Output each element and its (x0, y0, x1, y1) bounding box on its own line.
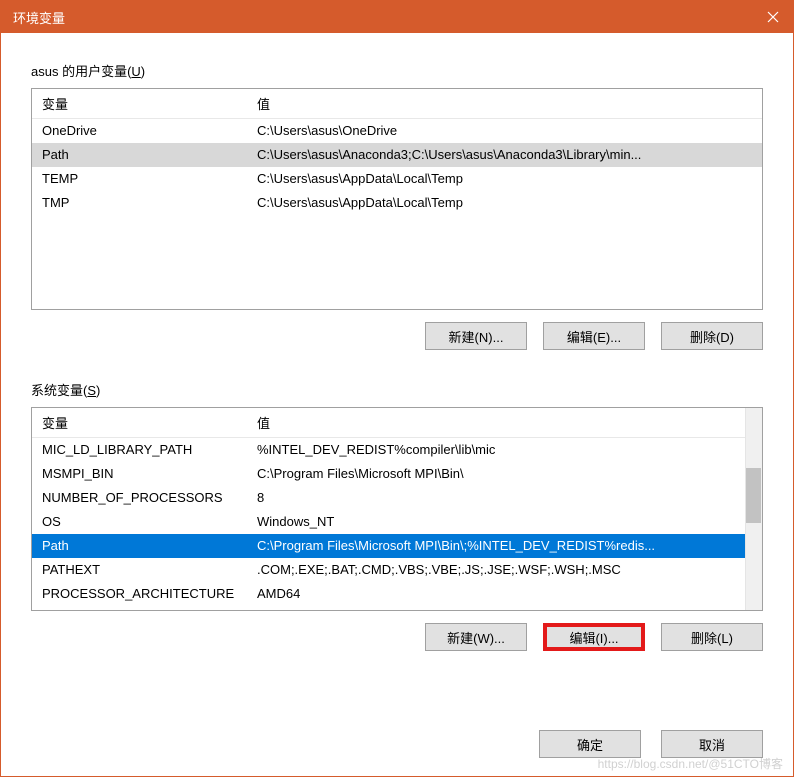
system-new-button[interactable]: 新建(W)... (425, 623, 527, 651)
close-button[interactable] (753, 1, 793, 33)
table-header-row: 变量 值 (32, 89, 762, 119)
col-value[interactable]: 值 (247, 408, 745, 438)
dialog-footer-buttons: 确定 取消 (539, 730, 763, 758)
col-variable[interactable]: 变量 (32, 408, 247, 438)
user-edit-button[interactable]: 编辑(E)... (543, 322, 645, 350)
close-icon (767, 11, 779, 23)
table-row[interactable]: TMPC:\Users\asus\AppData\Local\Temp (32, 191, 762, 215)
user-new-button[interactable]: 新建(N)... (425, 322, 527, 350)
scrollbar[interactable] (745, 408, 762, 610)
system-delete-button[interactable]: 删除(L) (661, 623, 763, 651)
user-vars-label: asus 的用户变量(U) (31, 61, 763, 80)
user-vars-table-container: 变量 值 OneDriveC:\Users\asus\OneDrive Path… (31, 88, 763, 310)
table-row[interactable]: MIC_LD_LIBRARY_PATH%INTEL_DEV_REDIST%com… (32, 438, 745, 462)
system-vars-section: 系统变量(S) 变量 值 MIC_LD_LIBRARY_PATH%INTEL_D… (31, 380, 763, 651)
system-vars-table-container: 变量 值 MIC_LD_LIBRARY_PATH%INTEL_DEV_REDIS… (31, 407, 763, 611)
system-vars-label: 系统变量(S) (31, 380, 763, 399)
cancel-button[interactable]: 取消 (661, 730, 763, 758)
titlebar: 环境变量 (1, 1, 793, 33)
scroll-thumb[interactable] (746, 468, 761, 523)
system-vars-table[interactable]: 变量 值 MIC_LD_LIBRARY_PATH%INTEL_DEV_REDIS… (32, 408, 745, 606)
table-row[interactable]: PathC:\Users\asus\Anaconda3;C:\Users\asu… (32, 143, 762, 167)
user-delete-button[interactable]: 删除(D) (661, 322, 763, 350)
table-row[interactable]: PROCESSOR_ARCHITECTUREAMD64 (32, 582, 745, 606)
table-row[interactable]: TEMPC:\Users\asus\AppData\Local\Temp (32, 167, 762, 191)
table-row[interactable]: OneDriveC:\Users\asus\OneDrive (32, 119, 762, 143)
system-edit-button[interactable]: 编辑(I)... (543, 623, 645, 651)
env-vars-dialog: 环境变量 asus 的用户变量(U) 变量 值 (0, 0, 794, 777)
table-header-row: 变量 值 (32, 408, 745, 438)
user-vars-buttons: 新建(N)... 编辑(E)... 删除(D) (31, 322, 763, 350)
table-row[interactable]: PathC:\Program Files\Microsoft MPI\Bin\;… (32, 534, 745, 558)
system-vars-buttons: 新建(W)... 编辑(I)... 删除(L) (31, 623, 763, 651)
table-row[interactable]: MSMPI_BINC:\Program Files\Microsoft MPI\… (32, 462, 745, 486)
table-row[interactable]: NUMBER_OF_PROCESSORS8 (32, 486, 745, 510)
ok-button[interactable]: 确定 (539, 730, 641, 758)
window-title: 环境变量 (13, 8, 65, 27)
col-value[interactable]: 值 (247, 89, 762, 119)
table-row[interactable]: PATHEXT.COM;.EXE;.BAT;.CMD;.VBS;.VBE;.JS… (32, 558, 745, 582)
user-vars-table[interactable]: 变量 值 OneDriveC:\Users\asus\OneDrive Path… (32, 89, 762, 215)
col-variable[interactable]: 变量 (32, 89, 247, 119)
user-vars-section: asus 的用户变量(U) 变量 值 OneDriveC:\Users\asus… (31, 61, 763, 350)
table-row[interactable]: OSWindows_NT (32, 510, 745, 534)
dialog-content: asus 的用户变量(U) 变量 值 OneDriveC:\Users\asus… (1, 33, 793, 665)
